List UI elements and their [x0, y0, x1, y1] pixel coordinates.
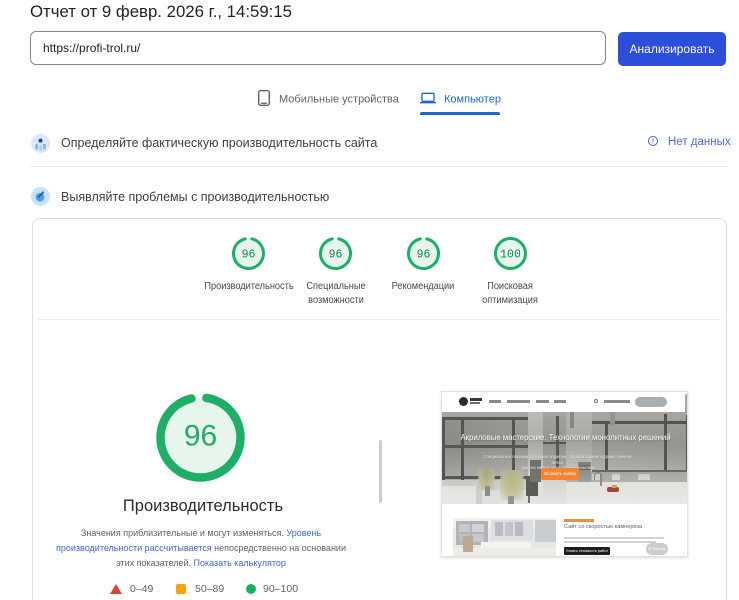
- svg-text:100: 100: [500, 249, 521, 262]
- svg-text:96: 96: [242, 249, 256, 262]
- svg-text:96: 96: [184, 420, 217, 453]
- svg-text:96: 96: [416, 249, 430, 262]
- svg-text:96: 96: [329, 249, 343, 262]
